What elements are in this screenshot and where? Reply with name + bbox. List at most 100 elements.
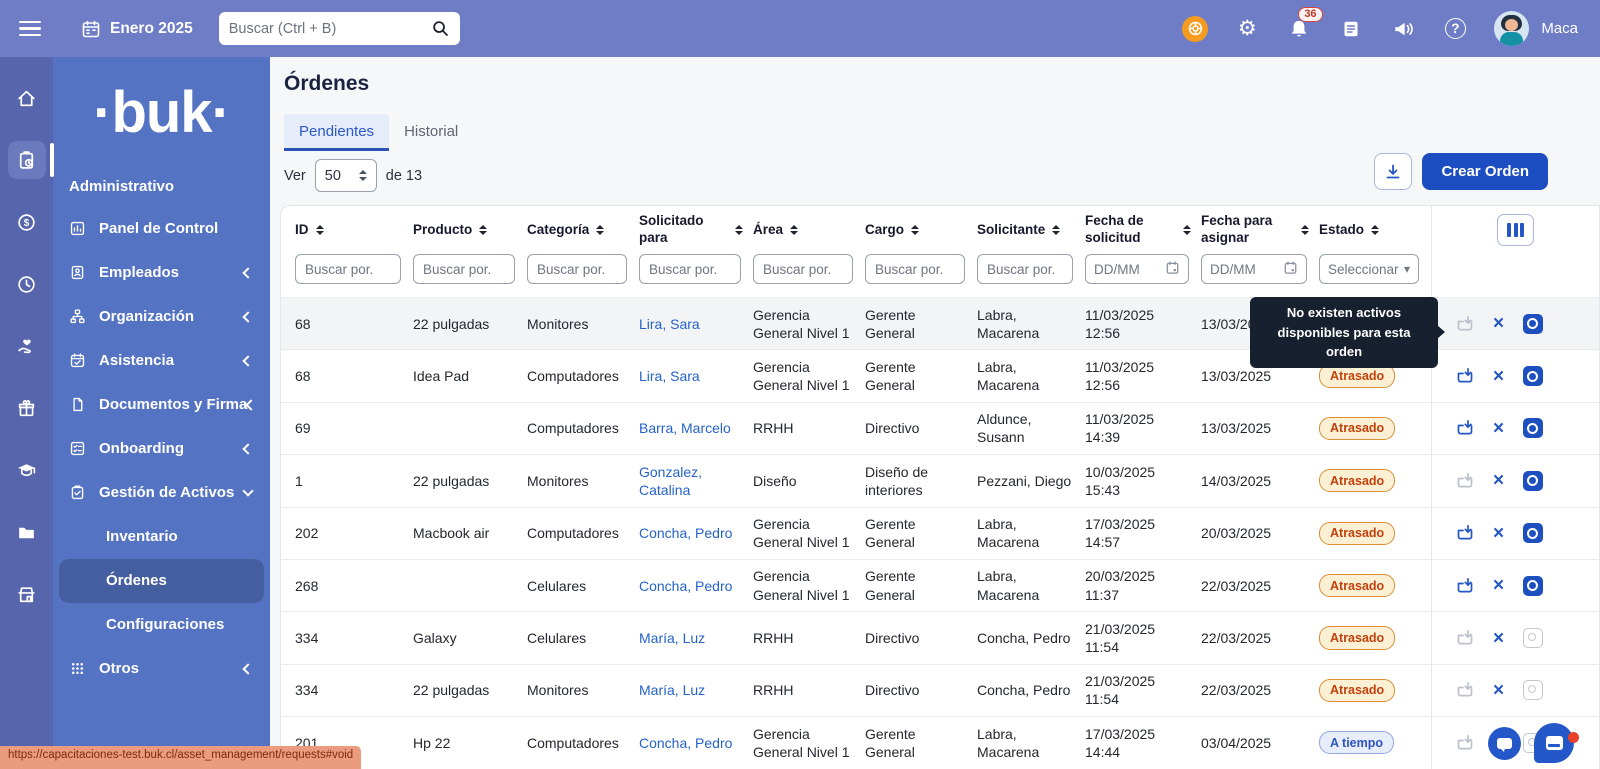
sidebar-subitem-inventario[interactable]: Inventario [59, 515, 264, 559]
requested-for-link[interactable]: María, Luz [639, 682, 705, 698]
help-icon[interactable]: ? [1442, 16, 1468, 42]
column-header-id[interactable]: ID [295, 222, 413, 239]
strip-gift-icon[interactable] [8, 389, 46, 427]
sidebar-item-asistencia[interactable]: Asistencia [53, 339, 270, 383]
cancel-order-button[interactable]: × [1488, 418, 1509, 439]
order-details-button[interactable] [1522, 470, 1543, 491]
cancel-order-button[interactable]: × [1488, 575, 1509, 596]
hamburger-menu-icon[interactable] [19, 17, 41, 41]
requested-for-link[interactable]: Barra, Marcelo [639, 420, 731, 436]
support-icon[interactable] [1182, 16, 1208, 42]
global-search[interactable] [219, 12, 460, 45]
strip-home-icon[interactable] [8, 79, 46, 117]
order-details-button[interactable] [1522, 313, 1543, 334]
assign-asset-button[interactable] [1454, 313, 1475, 334]
column-header-solicitante[interactable]: Solicitante [977, 222, 1085, 239]
assign-asset-button[interactable] [1454, 366, 1475, 387]
filter-input-area[interactable] [753, 254, 853, 284]
cancel-order-button[interactable]: × [1488, 680, 1509, 701]
requested-for-link[interactable]: Gonzalez, Catalina [639, 464, 702, 498]
chat-bubble-button[interactable] [1488, 727, 1521, 760]
chat-widget-button[interactable] [1534, 723, 1574, 763]
order-details-button[interactable] [1522, 523, 1543, 544]
column-header-cargo[interactable]: Cargo [865, 222, 977, 239]
filter-input-solicitante[interactable] [977, 254, 1073, 284]
requested-for-link[interactable]: Lira, Sara [639, 368, 700, 384]
cancel-order-button[interactable]: × [1488, 470, 1509, 491]
sidebar-item-otros[interactable]: Otros [53, 647, 270, 691]
period-selector[interactable]: Enero 2025 [81, 19, 193, 39]
column-header-estado[interactable]: Estado [1319, 222, 1431, 239]
strip-documents-folder-icon[interactable] [8, 513, 46, 551]
filter-select-estado[interactable]: Seleccionar▾ [1319, 254, 1419, 284]
strip-marketplace-store-icon[interactable] [8, 575, 46, 613]
cancel-order-button[interactable]: × [1488, 628, 1509, 649]
sidebar-item-gestion-de-activos[interactable]: Gestión de Activos [53, 471, 270, 515]
requested-for-link[interactable]: Concha, Pedro [639, 578, 732, 594]
user-avatar[interactable] [1494, 11, 1529, 46]
strip-payroll-dollar-icon[interactable]: $ [8, 203, 46, 241]
sort-icon[interactable] [1052, 225, 1060, 236]
order-details-button[interactable] [1522, 366, 1543, 387]
filter-date-fecha_asignar[interactable]: DD/MM [1201, 254, 1307, 284]
column-header-fecha_solicitud[interactable]: Fecha de solicitud [1085, 213, 1201, 247]
sidebar-subitem-ordenes[interactable]: Órdenes [59, 559, 264, 603]
cancel-order-button[interactable]: × [1488, 313, 1509, 334]
column-header-fecha_asignar[interactable]: Fecha para asignar [1201, 213, 1319, 247]
requested-for-link[interactable]: María, Luz [639, 630, 705, 646]
filter-input-id[interactable] [295, 254, 401, 284]
assign-asset-button[interactable] [1454, 732, 1475, 753]
order-details-button[interactable] [1522, 680, 1543, 701]
assign-asset-button[interactable] [1454, 575, 1475, 596]
filter-input-categoria[interactable] [527, 254, 627, 284]
notifications-bell-icon[interactable]: 36 [1286, 16, 1312, 42]
tab-historial[interactable]: Historial [389, 114, 473, 151]
sidebar-item-organizacion[interactable]: Organización [53, 295, 270, 339]
strip-benefits-hand-heart-icon[interactable] [8, 327, 46, 365]
filter-date-fecha_solicitud[interactable]: DD/MM [1085, 254, 1189, 284]
assign-asset-button[interactable] [1454, 470, 1475, 491]
requested-for-link[interactable]: Concha, Pedro [639, 735, 732, 751]
sort-icon[interactable] [1183, 225, 1191, 236]
column-header-categoria[interactable]: Categoría [527, 222, 639, 239]
sidebar-item-panel-de-control[interactable]: Panel de Control [53, 207, 270, 251]
order-details-button[interactable] [1522, 418, 1543, 439]
filter-input-producto[interactable] [413, 254, 515, 284]
column-header-solicitado_para[interactable]: Solicitado para [639, 213, 753, 247]
order-details-button[interactable] [1522, 575, 1543, 596]
cancel-order-button[interactable]: × [1488, 523, 1509, 544]
sidebar-item-documentos-y-firma[interactable]: Documentos y Firma [53, 383, 270, 427]
filter-input-cargo[interactable] [865, 254, 965, 284]
sort-icon[interactable] [790, 225, 798, 236]
order-details-button[interactable] [1522, 628, 1543, 649]
announcements-megaphone-icon[interactable] [1390, 16, 1416, 42]
strip-training-cap-icon[interactable] [8, 451, 46, 489]
assign-asset-button[interactable] [1454, 628, 1475, 649]
assign-asset-button[interactable] [1454, 523, 1475, 544]
sort-icon[interactable] [596, 225, 604, 236]
sort-icon[interactable] [911, 225, 919, 236]
tab-pendientes[interactable]: Pendientes [284, 114, 389, 151]
column-header-producto[interactable]: Producto [413, 222, 527, 239]
create-order-button[interactable]: Crear Orden [1422, 153, 1548, 190]
assign-asset-button[interactable] [1454, 680, 1475, 701]
filter-input-solicitado_para[interactable] [639, 254, 741, 284]
download-button[interactable] [1374, 153, 1412, 190]
column-header-area[interactable]: Área [753, 222, 865, 239]
column-settings-button[interactable] [1497, 214, 1534, 246]
sort-icon[interactable] [1371, 225, 1379, 236]
page-size-select[interactable]: 50 [315, 159, 377, 192]
sidebar-item-empleados[interactable]: Empleados [53, 251, 270, 295]
sidebar-subitem-configuraciones[interactable]: Configuraciones [59, 603, 264, 647]
cancel-order-button[interactable]: × [1488, 366, 1509, 387]
settings-gear-icon[interactable]: ⚙ [1234, 16, 1260, 42]
strip-asset-management-icon[interactable] [8, 141, 46, 179]
sort-icon[interactable] [479, 225, 487, 236]
sort-icon[interactable] [316, 225, 324, 236]
search-input[interactable] [229, 21, 431, 37]
assign-asset-button[interactable] [1454, 418, 1475, 439]
strip-time-clock-icon[interactable] [8, 265, 46, 303]
notes-icon[interactable] [1338, 16, 1364, 42]
requested-for-link[interactable]: Lira, Sara [639, 316, 700, 332]
sort-icon[interactable] [735, 225, 743, 236]
